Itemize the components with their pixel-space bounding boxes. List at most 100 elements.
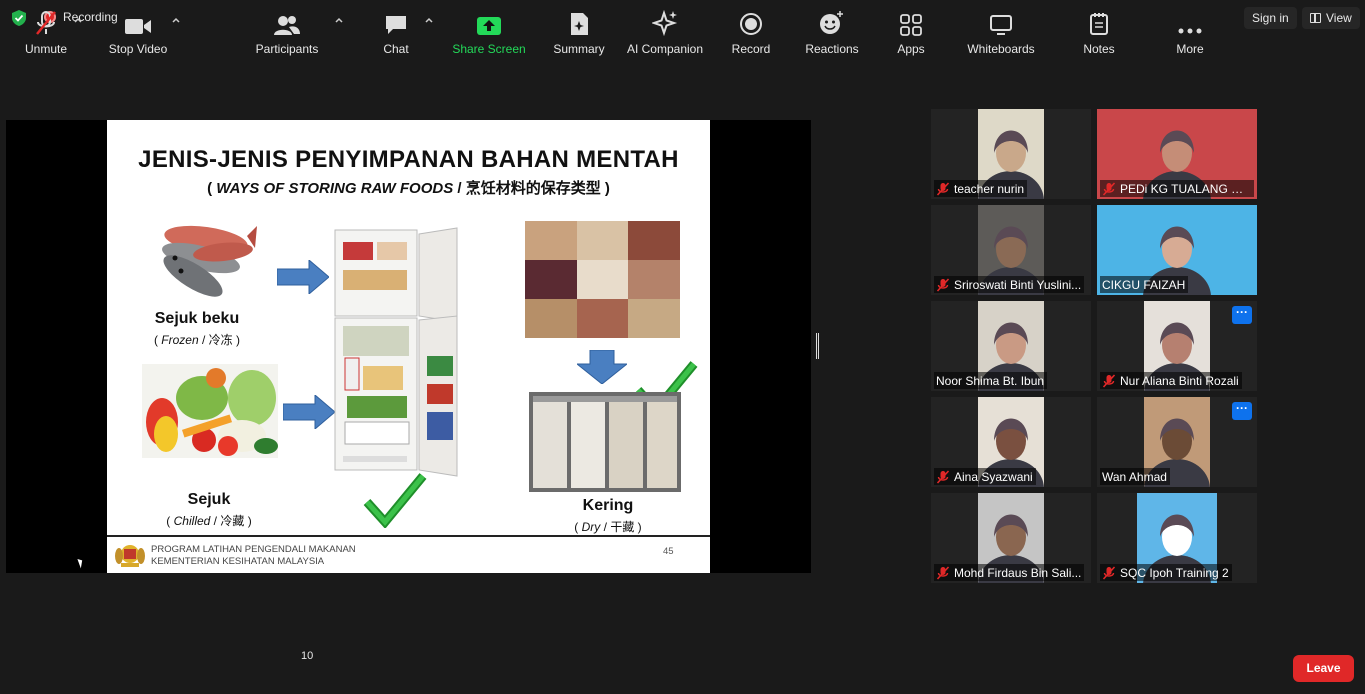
mouse-cursor-icon [77,557,85,569]
notes-button[interactable]: Notes [1080,8,1118,56]
summary-label: Summary [553,42,605,56]
participant-tile[interactable]: teacher nurin [931,109,1091,199]
participant-name-bar: Noor Shima Bt. Ibun [934,372,1048,389]
more-label: More [1176,42,1204,56]
share-screen-button[interactable]: Share Screen [452,8,526,56]
slide-title: JENIS-JENIS PENYIMPANAN BAHAN MENTAH [138,146,679,173]
participant-name-bar: SQC Ipoh Training 2 [1100,564,1232,581]
participant-name-bar: CIKGU FAIZAH [1100,276,1189,293]
leave-button[interactable]: Leave [1293,655,1354,682]
view-label: View [1326,11,1352,25]
participant-tile[interactable]: Aina Syazwani [931,397,1091,487]
meeting-toolbar [0,636,1365,694]
chevron-up-icon[interactable] [424,16,434,26]
muted-microphone-icon [1102,181,1116,196]
muted-microphone-icon [1102,565,1116,580]
participant-name: Nur Aliana Binti Rozali [1120,373,1239,388]
apps-label: Apps [897,42,925,56]
participant-name-bar: Wan Ahmad [1100,468,1170,485]
participant-name-bar: PEDi KG TUALANG SE... [1100,180,1254,197]
record-button[interactable]: Record [728,8,774,56]
chevron-up-icon[interactable] [171,16,181,26]
chevron-up-icon[interactable] [334,16,344,26]
unmute-label: Unmute [24,42,68,56]
participant-tile[interactable]: ··· Wan Ahmad [1097,397,1257,487]
participant-name: CIKGU FAIZAH [1102,277,1186,292]
video-camera-icon [125,19,151,34]
arrow-right-icon [283,395,335,429]
tile-more-options-button[interactable]: ··· [1232,402,1252,420]
ai-companion-button[interactable]: AI Companion [626,8,704,56]
unmute-button[interactable]: Unmute [22,8,70,56]
summary-document-icon [571,13,588,35]
reactions-emoji-icon [820,11,843,34]
participant-tile[interactable]: Sriroswati Binti Yuslini... [931,205,1091,295]
participant-name: teacher nurin [954,181,1025,196]
presentation-slide: JENIS-JENIS PENYIMPANAN BAHAN MENTAH ( W… [107,120,710,573]
ai-sparkle-icon [652,10,678,36]
apps-icon [900,14,922,36]
muted-microphone-icon [1102,373,1116,388]
participant-name-bar: Mohd Firdaus Bin Sali... [934,564,1085,581]
chilled-vegetables-image [142,364,278,458]
muted-microphone-icon [936,469,950,484]
participant-name: SQC Ipoh Training 2 [1120,565,1229,580]
view-layout-icon [1310,13,1321,23]
notes-label: Notes [1083,42,1115,56]
arrow-down-icon [577,350,627,384]
participant-name: Noor Shima Bt. Ibun [936,373,1045,388]
participant-tile[interactable]: Mohd Firdaus Bin Sali... [931,493,1091,583]
chat-button[interactable]: Chat [376,8,416,56]
participant-name: Sriroswati Binti Yuslini... [954,277,1082,292]
view-button[interactable]: View [1302,7,1360,29]
more-button[interactable]: More [1170,8,1210,56]
participant-name-bar: teacher nurin [934,180,1028,197]
participant-name-bar: Nur Aliana Binti Rozali [1100,372,1242,389]
frozen-fish-image [162,225,257,297]
apps-button[interactable]: Apps [893,8,929,56]
ai-companion-label: AI Companion [626,42,704,56]
participant-tile[interactable]: ··· Nur Aliana Binti Rozali [1097,301,1257,391]
whiteboards-button[interactable]: Whiteboards [963,8,1039,56]
participant-name-bar: Aina Syazwani [934,468,1036,485]
chat-label: Chat [383,42,409,56]
chat-bubble-icon [386,16,406,34]
participant-tile[interactable]: PEDi KG TUALANG SE... [1097,109,1257,199]
notes-icon [1090,13,1108,35]
arrow-right-icon [277,260,329,294]
muted-microphone-icon [936,181,950,196]
shared-screen[interactable]: JENIS-JENIS PENYIMPANAN BAHAN MENTAH ( W… [6,120,811,573]
green-checkmark-icon [363,473,427,528]
share-screen-icon [477,17,501,35]
storage-containers-image [529,392,681,492]
slide-footer-divider [107,535,710,537]
participant-tile[interactable]: SQC Ipoh Training 2 [1097,493,1257,583]
participant-name: Aina Syazwani [954,469,1033,484]
panel-resize-handle[interactable] [816,333,819,359]
participants-icon [274,16,300,35]
zoom-meeting-window: Recording Sign in View JENIS-JENIS PENYI… [0,0,1365,694]
share-screen-label: Share Screen [452,42,526,56]
summary-button[interactable]: Summary [552,8,606,56]
record-label: Record [731,42,771,56]
tile-more-options-button[interactable]: ··· [1232,306,1252,324]
participant-name: PEDi KG TUALANG SE... [1120,181,1251,196]
reactions-label: Reactions [805,42,859,56]
slide-page-number: 45 [663,546,674,557]
participant-tile[interactable]: Noor Shima Bt. Ibun [931,301,1091,391]
more-dots-icon [1178,28,1202,34]
stop-video-button[interactable]: Stop Video [106,8,170,56]
sign-in-button[interactable]: Sign in [1244,7,1297,29]
participant-tile[interactable]: CIKGU FAIZAH [1097,205,1257,295]
participants-button[interactable]: Participants [252,8,322,56]
dry-caption: Kering ( Dry / 干藏 ) [574,497,642,534]
chilled-caption: Sejuk ( Chilled / 冷藏 ) [166,491,252,528]
participant-name: Mohd Firdaus Bin Sali... [954,565,1082,580]
reactions-button[interactable]: Reactions [803,8,861,56]
participant-name: Wan Ahmad [1102,469,1167,484]
stop-video-label: Stop Video [108,42,168,56]
whiteboard-icon [990,15,1012,35]
muted-microphone-icon [36,11,56,35]
malaysia-crest-icon [115,545,145,567]
chevron-up-icon[interactable] [73,16,83,26]
